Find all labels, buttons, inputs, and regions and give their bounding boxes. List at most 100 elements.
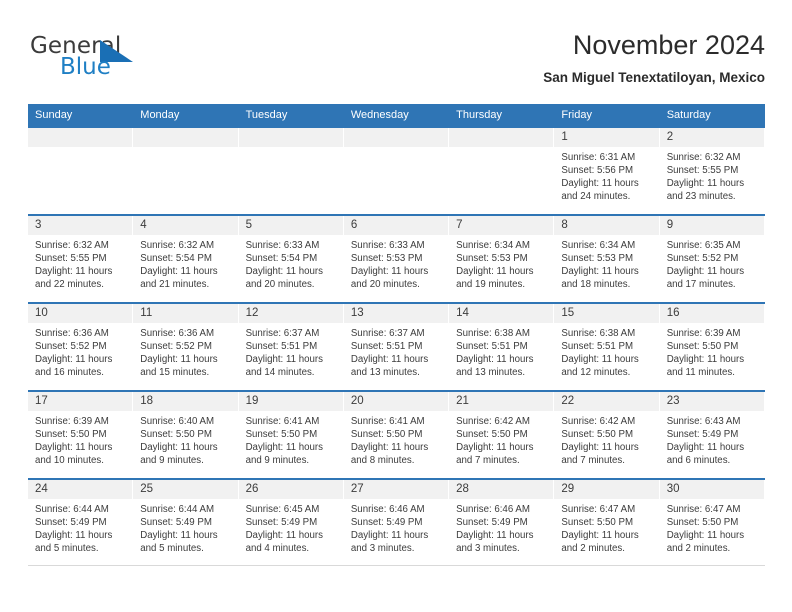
day-cell[interactable]: 21 Sunrise: 6:42 AM Sunset: 5:50 PM Dayl… — [449, 392, 555, 478]
sunset-line: Sunset: 5:50 PM — [140, 429, 212, 441]
day-cell[interactable]: 3 Sunrise: 6:32 AM Sunset: 5:55 PM Dayli… — [28, 216, 134, 302]
daylight-line-1: Daylight: 11 hours — [561, 530, 639, 542]
day-cell[interactable]: 20 Sunrise: 6:41 AM Sunset: 5:50 PM Dayl… — [343, 392, 450, 478]
weekday-header-monday: Monday — [140, 109, 180, 121]
day-cell[interactable]: 11 Sunrise: 6:36 AM Sunset: 5:52 PM Dayl… — [133, 304, 239, 390]
weekday-header-saturday: Saturday — [666, 109, 711, 121]
sunset-line: Sunset: 5:50 PM — [35, 429, 107, 441]
daylight-line-2: and 2 minutes. — [561, 543, 625, 555]
sunrise-line: Sunrise: 6:46 AM — [456, 504, 530, 515]
day-cell[interactable]: 19 Sunrise: 6:41 AM Sunset: 5:50 PM Dayl… — [238, 392, 344, 478]
day-cell[interactable]: 26 Sunrise: 6:45 AM Sunset: 5:49 PM Dayl… — [238, 480, 344, 565]
day-cell[interactable]: 22 Sunrise: 6:42 AM Sunset: 5:50 PM Dayl… — [554, 392, 660, 478]
sunset-line: Sunset: 5:54 PM — [140, 253, 212, 265]
sunrise-line: Sunrise: 6:33 AM — [350, 240, 425, 251]
sunrise-line: Sunrise: 6:32 AM — [140, 240, 215, 251]
day-details: Sunrise: 6:47 AM Sunset: 5:50 PM Dayligh… — [554, 499, 658, 555]
day-number: 7 — [449, 216, 554, 235]
page-subtitle: San Miguel Tenextatiloyan, Mexico — [543, 70, 765, 85]
daylight-line-2: and 23 minutes. — [666, 191, 736, 203]
sunset-line: Sunset: 5:50 PM — [456, 429, 528, 441]
day-cell[interactable]: 4 Sunrise: 6:32 AM Sunset: 5:54 PM Dayli… — [133, 216, 239, 302]
calendar-grid: Sunday Monday Tuesday Wednesday Thursday… — [28, 104, 765, 566]
daylight-line-1: Daylight: 11 hours — [350, 266, 429, 278]
week-row: 17 Sunrise: 6:39 AM Sunset: 5:50 PM Dayl… — [28, 390, 765, 478]
day-details: Sunrise: 6:42 AM Sunset: 5:50 PM Dayligh… — [449, 411, 553, 467]
sunrise-line: Sunrise: 6:46 AM — [350, 504, 425, 515]
sunrise-line: Sunrise: 6:41 AM — [350, 416, 425, 427]
daylight-line-1: Daylight: 11 hours — [140, 530, 218, 542]
day-cell[interactable]: 1 Sunrise: 6:31 AM Sunset: 5:56 PM Dayli… — [554, 128, 660, 214]
sunset-line: Sunset: 5:50 PM — [561, 517, 634, 529]
sunrise-line: Sunrise: 6:42 AM — [456, 416, 530, 427]
day-details — [133, 147, 237, 151]
day-cell[interactable]: 2 Sunrise: 6:32 AM Sunset: 5:55 PM Dayli… — [659, 128, 765, 214]
day-cell[interactable]: 9 Sunrise: 6:35 AM Sunset: 5:52 PM Dayli… — [659, 216, 765, 302]
sunset-line: Sunset: 5:51 PM — [456, 341, 528, 353]
sunrise-line: Sunrise: 6:31 AM — [561, 152, 636, 163]
day-details — [28, 147, 132, 151]
day-cell[interactable]: 30 Sunrise: 6:47 AM Sunset: 5:50 PM Dayl… — [659, 480, 765, 565]
daylight-line-1: Daylight: 11 hours — [666, 178, 745, 190]
day-cell[interactable]: 16 Sunrise: 6:39 AM Sunset: 5:50 PM Dayl… — [659, 304, 765, 390]
day-number: 24 — [28, 480, 133, 499]
sunrise-line: Sunrise: 6:32 AM — [666, 152, 741, 163]
day-cell[interactable]: 25 Sunrise: 6:44 AM Sunset: 5:49 PM Dayl… — [133, 480, 239, 565]
day-cell[interactable] — [28, 128, 134, 214]
daylight-line-1: Daylight: 11 hours — [456, 442, 534, 454]
daylight-line-2: and 9 minutes. — [245, 455, 310, 467]
day-cell[interactable] — [238, 128, 344, 214]
day-cell[interactable]: 23 Sunrise: 6:43 AM Sunset: 5:49 PM Dayl… — [659, 392, 765, 478]
day-cell[interactable]: 18 Sunrise: 6:40 AM Sunset: 5:50 PM Dayl… — [133, 392, 239, 478]
day-number: 10 — [28, 304, 133, 323]
day-details: Sunrise: 6:34 AM Sunset: 5:53 PM Dayligh… — [554, 235, 658, 291]
daylight-line-2: and 18 minutes. — [561, 279, 631, 291]
day-cell[interactable] — [133, 128, 239, 214]
day-cell[interactable]: 27 Sunrise: 6:46 AM Sunset: 5:49 PM Dayl… — [343, 480, 450, 565]
sunset-line: Sunset: 5:52 PM — [35, 341, 107, 353]
day-cell[interactable]: 29 Sunrise: 6:47 AM Sunset: 5:50 PM Dayl… — [554, 480, 660, 565]
day-number — [28, 128, 133, 147]
daylight-line-1: Daylight: 11 hours — [245, 442, 323, 454]
day-cell[interactable]: 5 Sunrise: 6:33 AM Sunset: 5:54 PM Dayli… — [238, 216, 344, 302]
day-details — [239, 147, 343, 151]
day-cell[interactable] — [343, 128, 450, 214]
sunset-line: Sunset: 5:49 PM — [35, 517, 107, 529]
day-cell[interactable]: 15 Sunrise: 6:38 AM Sunset: 5:51 PM Dayl… — [554, 304, 660, 390]
day-details — [344, 147, 448, 151]
day-number: 9 — [659, 216, 764, 235]
daylight-line-1: Daylight: 11 hours — [561, 178, 639, 190]
daylight-line-2: and 3 minutes. — [456, 543, 520, 555]
sunrise-line: Sunrise: 6:33 AM — [245, 240, 320, 251]
day-cell[interactable]: 13 Sunrise: 6:37 AM Sunset: 5:51 PM Dayl… — [343, 304, 450, 390]
sunset-line: Sunset: 5:50 PM — [561, 429, 634, 441]
day-cell[interactable]: 28 Sunrise: 6:46 AM Sunset: 5:49 PM Dayl… — [449, 480, 555, 565]
day-cell[interactable] — [449, 128, 555, 214]
daylight-line-2: and 9 minutes. — [140, 455, 204, 467]
sunrise-line: Sunrise: 6:35 AM — [666, 240, 741, 251]
sunrise-line: Sunrise: 6:45 AM — [245, 504, 320, 515]
day-cell[interactable]: 6 Sunrise: 6:33 AM Sunset: 5:53 PM Dayli… — [343, 216, 450, 302]
sunset-line: Sunset: 5:53 PM — [561, 253, 634, 265]
day-number: 22 — [554, 392, 659, 411]
day-number: 29 — [554, 480, 659, 499]
weekday-header-friday: Friday — [561, 109, 592, 121]
day-cell[interactable]: 7 Sunrise: 6:34 AM Sunset: 5:53 PM Dayli… — [449, 216, 555, 302]
day-details — [449, 147, 553, 151]
day-cell[interactable]: 14 Sunrise: 6:38 AM Sunset: 5:51 PM Dayl… — [449, 304, 555, 390]
day-details: Sunrise: 6:43 AM Sunset: 5:49 PM Dayligh… — [660, 411, 764, 467]
day-number — [449, 128, 554, 147]
day-cell[interactable]: 24 Sunrise: 6:44 AM Sunset: 5:49 PM Dayl… — [28, 480, 134, 565]
sunset-line: Sunset: 5:55 PM — [35, 253, 107, 265]
day-details: Sunrise: 6:39 AM Sunset: 5:50 PM Dayligh… — [28, 411, 132, 467]
sunrise-line: Sunrise: 6:38 AM — [561, 328, 636, 339]
day-cell[interactable]: 17 Sunrise: 6:39 AM Sunset: 5:50 PM Dayl… — [28, 392, 134, 478]
day-cell[interactable]: 8 Sunrise: 6:34 AM Sunset: 5:53 PM Dayli… — [554, 216, 660, 302]
day-cell[interactable]: 10 Sunrise: 6:36 AM Sunset: 5:52 PM Dayl… — [28, 304, 134, 390]
general-blue-logo[interactable]: General Blue — [30, 33, 170, 85]
day-number: 17 — [28, 392, 133, 411]
day-details: Sunrise: 6:40 AM Sunset: 5:50 PM Dayligh… — [133, 411, 237, 467]
sunrise-line: Sunrise: 6:36 AM — [140, 328, 215, 339]
daylight-line-2: and 5 minutes. — [140, 543, 204, 555]
day-cell[interactable]: 12 Sunrise: 6:37 AM Sunset: 5:51 PM Dayl… — [238, 304, 344, 390]
